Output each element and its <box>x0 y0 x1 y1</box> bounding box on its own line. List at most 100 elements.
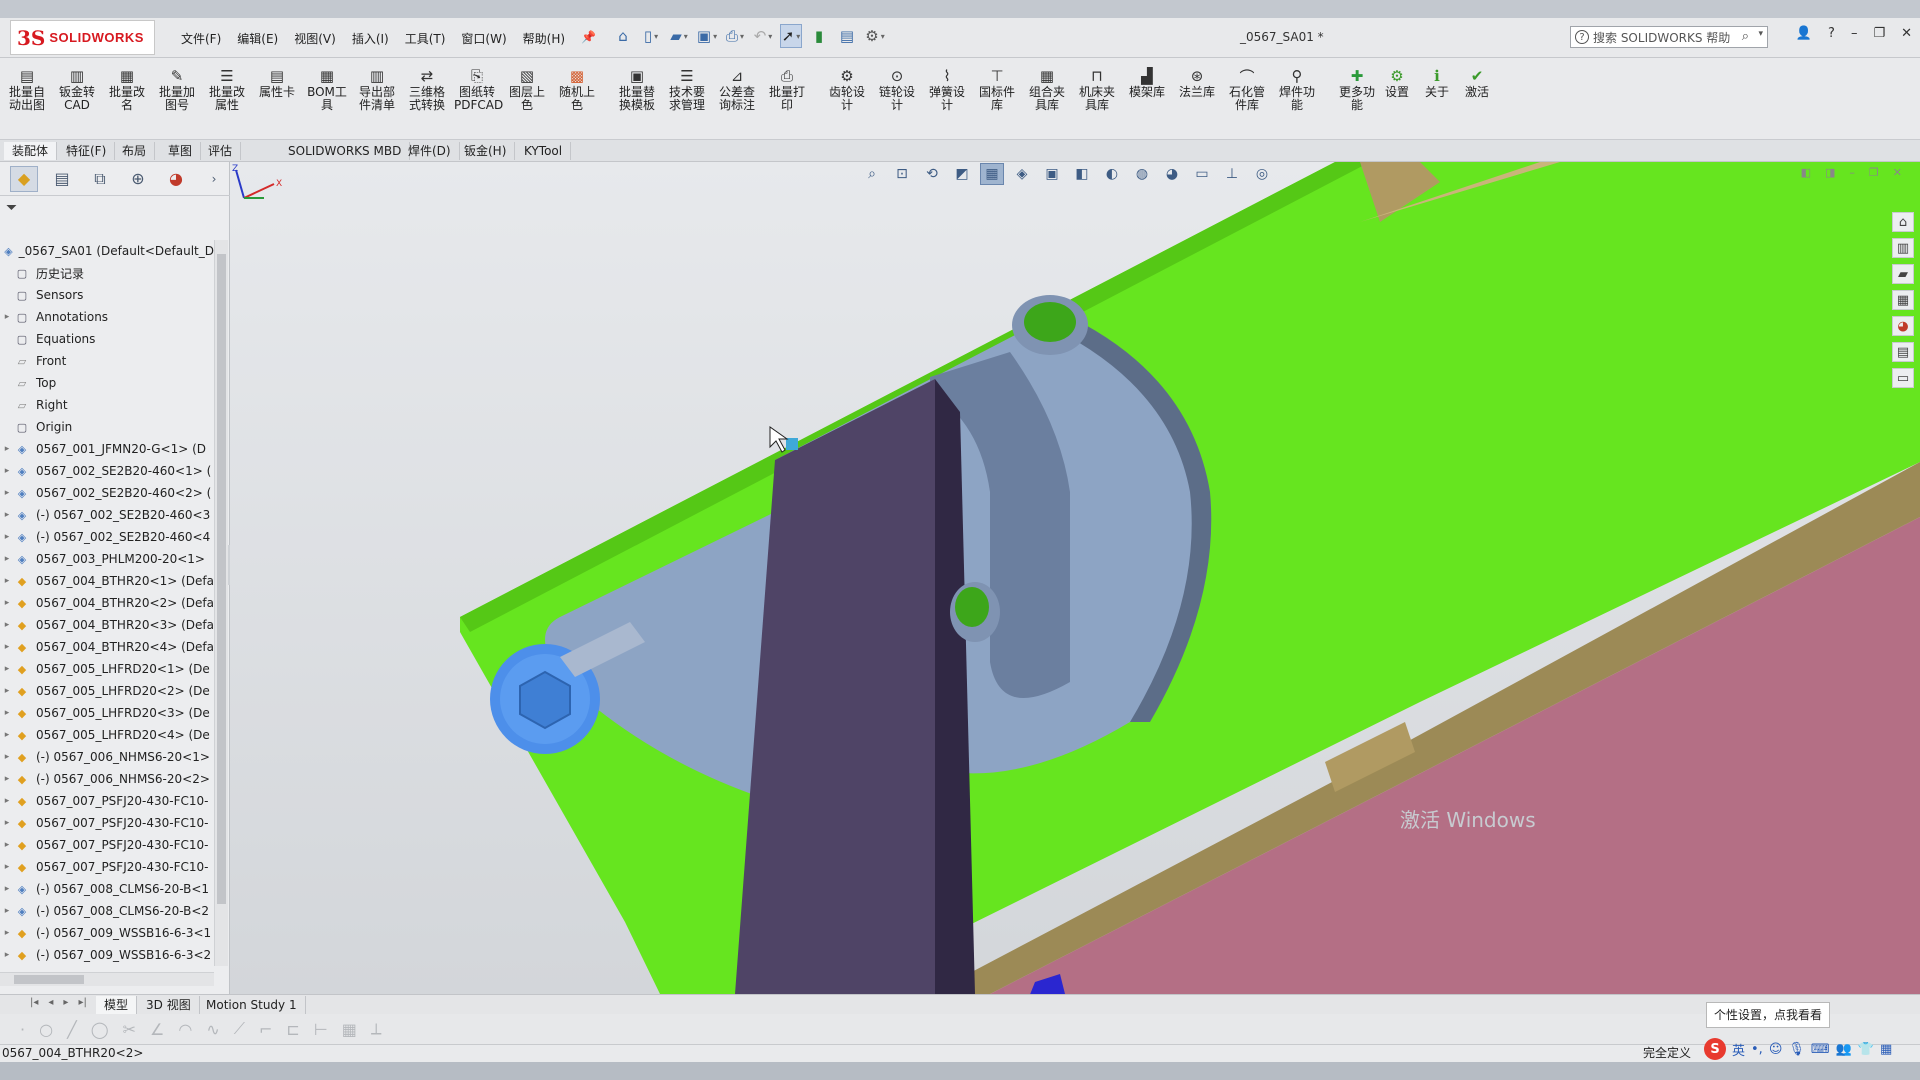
ribbon-button-16[interactable]: ⚙ 齿轮设计 <box>824 66 870 112</box>
ribbon-button-5[interactable]: ▤ 属性卡 <box>254 66 300 99</box>
tree-node[interactable]: ▸ ◆ 0567_004_BTHR20<2> (Defa <box>0 592 214 614</box>
ribbon-button-1[interactable]: ▥ 钣金转CAD <box>54 66 100 112</box>
bottom-tab-1[interactable]: 3D 视图 <box>138 996 200 1014</box>
previous-view-icon[interactable]: ⟲ <box>920 163 944 185</box>
section-view-icon[interactable]: ◩ <box>950 163 974 185</box>
tree-vertical-scrollbar[interactable] <box>214 240 228 966</box>
tree-node[interactable]: ▢ Equations <box>0 328 214 350</box>
save-icon[interactable]: ▣ <box>696 24 718 48</box>
relation-icon[interactable]: ⟂ <box>371 1019 382 1039</box>
ribbon-button-24[interactable]: ⌒ 石化管件库 <box>1224 66 1270 112</box>
expand-arrow-icon[interactable]: ▸ <box>0 906 14 916</box>
command-tab-4[interactable]: 评估 <box>200 142 242 160</box>
ribbon-button-4[interactable]: ☰ 批量改属性 <box>204 66 250 112</box>
ribbon-button-9[interactable]: ⎘ 图纸转PDFCAD <box>454 66 503 112</box>
expand-arrow-icon[interactable]: ▸ <box>0 598 14 608</box>
tree-node[interactable]: ▸ ◆ (-) 0567_009_WSSB16-6-3<1 <box>0 922 214 944</box>
ribbon-button-15[interactable]: ⎙ 批量打印 <box>764 66 810 112</box>
user-icon[interactable]: 👤 <box>1796 26 1812 41</box>
ribbon-button-3[interactable]: ✎ 批量加图号 <box>154 66 200 112</box>
viewport-close-icon[interactable]: ✕ <box>1893 166 1902 179</box>
command-tab-1[interactable]: 特征(F) <box>58 142 116 160</box>
tree-node[interactable]: ▸ ▢ Annotations <box>0 306 214 328</box>
expand-arrow-icon[interactable]: ▸ <box>0 950 14 960</box>
tree-node[interactable]: ▢ Origin <box>0 416 214 438</box>
graphics-area[interactable]: ⌕ ⊡ ⟲ ◩ ▦ ◈ ▣ ◧ ◐ ◍ ◕ ▭ ⊥ ◎ ◧ ◨ – ❐ ✕ ⌂ … <box>230 162 1920 994</box>
search-icon[interactable]: ⌕ <box>1742 29 1749 44</box>
viewport-prev-icon[interactable]: ◧ <box>1801 166 1811 179</box>
toolbox-icon[interactable]: ▦ <box>1880 1042 1892 1057</box>
ribbon-button-6[interactable]: ▦ BOM工具 <box>304 66 350 112</box>
view-settings-icon[interactable]: ◕ <box>1160 163 1184 185</box>
selection-handle[interactable] <box>786 438 798 450</box>
tree-node[interactable]: ▱ Top <box>0 372 214 394</box>
tree-node[interactable]: ▸ ◈ 0567_003_PHLM200-20<1> <box>0 548 214 570</box>
command-tab-7[interactable]: 钣金(H) <box>456 142 516 160</box>
zoom-to-fit-icon[interactable]: ⌕ <box>860 163 884 185</box>
keyboard-icon[interactable]: ⌨ <box>1811 1042 1830 1057</box>
tree-node[interactable]: ▸ ◆ 0567_004_BTHR20<3> (Defa <box>0 614 214 636</box>
ribbon-button-14[interactable]: ⊿ 公差查询标注 <box>714 66 760 112</box>
menu-tools[interactable]: 工具(T) <box>399 28 452 49</box>
dimxpert-tab-icon[interactable]: ⊕ <box>124 166 152 192</box>
last-tab-icon[interactable]: ▸| <box>78 997 86 1008</box>
expand-arrow-icon[interactable]: ▸ <box>0 444 14 454</box>
command-tab-8[interactable]: KYTool <box>516 142 572 160</box>
menu-window[interactable]: 窗口(W) <box>455 28 512 49</box>
expand-arrow-icon[interactable]: ▸ <box>0 840 14 850</box>
display-monitor-icon[interactable]: ▭ <box>1190 163 1214 185</box>
custom-properties-icon[interactable]: ▤ <box>1892 342 1914 362</box>
tree-node[interactable]: ▸ ◆ 0567_005_LHFRD20<4> (De <box>0 724 214 746</box>
voice-icon[interactable]: 🎙 <box>1788 1042 1805 1057</box>
model-view[interactable] <box>230 162 1920 994</box>
ribbon-button-18[interactable]: ⌇ 弹簧设计 <box>924 66 970 112</box>
solidworks-resources-icon[interactable]: ⌂ <box>1892 212 1914 232</box>
ribbon-button-10[interactable]: ▧ 图层上色 <box>504 66 550 112</box>
next-tab-icon[interactable]: ▸ <box>63 997 68 1008</box>
expand-arrow-icon[interactable]: ▸ <box>0 796 14 806</box>
tree-node[interactable]: ▸ ◈ (-) 0567_002_SE2B20-460<3 <box>0 504 214 526</box>
expand-arrow-icon[interactable]: ▸ <box>0 642 14 652</box>
expand-arrow-icon[interactable]: ▸ <box>0 554 14 564</box>
undo-icon[interactable]: ↶ <box>752 24 774 48</box>
realview-icon[interactable]: ◎ <box>1250 163 1274 185</box>
menu-insert[interactable]: 插入(I) <box>346 28 395 49</box>
file-explorer-icon[interactable]: ▰ <box>1892 264 1914 284</box>
tree-node[interactable]: ▱ Front <box>0 350 214 372</box>
ribbon-button-21[interactable]: ⊓ 机床夹具库 <box>1074 66 1120 112</box>
solidworks-logo[interactable]: 3S SOLIDWORKS <box>10 20 155 55</box>
menu-edit[interactable]: 编辑(E) <box>231 28 284 49</box>
tree-node[interactable]: ▸ ◈ (-) 0567_002_SE2B20-460<4 <box>0 526 214 548</box>
point-icon[interactable]: · <box>20 1020 25 1039</box>
tree-node[interactable]: ▸ ◆ 0567_004_BTHR20<1> (Defa <box>0 570 214 592</box>
expand-arrow-icon[interactable]: ▸ <box>0 620 14 630</box>
traffic-light-icon[interactable]: ▮ <box>808 24 830 48</box>
tree-node[interactable]: ▸ ◆ (-) 0567_006_NHMS6-20<1> <box>0 746 214 768</box>
expand-arrow-icon[interactable]: ▸ <box>0 466 14 476</box>
scroll-thumb[interactable] <box>217 254 226 904</box>
ribbon-button-13[interactable]: ☰ 技术要求管理 <box>664 66 710 112</box>
expand-arrow-icon[interactable]: ▸ <box>0 664 14 674</box>
dimension-icon[interactable]: ⊢ <box>314 1020 328 1039</box>
tree-horizontal-scrollbar[interactable] <box>0 972 214 986</box>
ribbon-button-7[interactable]: ▥ 导出部件清单 <box>354 66 400 112</box>
tree-node[interactable]: ▸ ◆ 0567_005_LHFRD20<1> (De <box>0 658 214 680</box>
ribbon-button-2[interactable]: ▦ 批量改名 <box>104 66 150 112</box>
bottom-tab-2[interactable]: Motion Study 1 <box>198 996 306 1014</box>
expand-arrow-icon[interactable]: ▸ <box>0 532 14 542</box>
arc-icon[interactable]: ◠ <box>178 1020 192 1039</box>
view-orientation-icon[interactable]: ◈ <box>1010 163 1034 185</box>
design-library-icon[interactable]: ▥ <box>1892 238 1914 258</box>
menu-file[interactable]: 文件(F) <box>175 28 227 49</box>
chevron-down-icon[interactable]: ▾ <box>1758 29 1763 39</box>
line-icon[interactable]: ╱ <box>67 1020 77 1039</box>
tree-node[interactable]: ▸ ◈ 0567_002_SE2B20-460<1> ( <box>0 460 214 482</box>
ribbon-button-23[interactable]: ⊛ 法兰库 <box>1174 66 1220 99</box>
expand-arrow-icon[interactable]: ▸ <box>0 488 14 498</box>
punctuation-icon[interactable]: •, <box>1751 1042 1763 1057</box>
command-tab-6[interactable]: 焊件(D) <box>400 142 460 160</box>
skin-icon[interactable]: 👕 <box>1858 1042 1874 1057</box>
ribbon-button-17[interactable]: ⊙ 链轮设计 <box>874 66 920 112</box>
expand-arrow-icon[interactable]: ▸ <box>0 686 14 696</box>
command-tab-0[interactable]: 装配体 <box>4 142 58 160</box>
